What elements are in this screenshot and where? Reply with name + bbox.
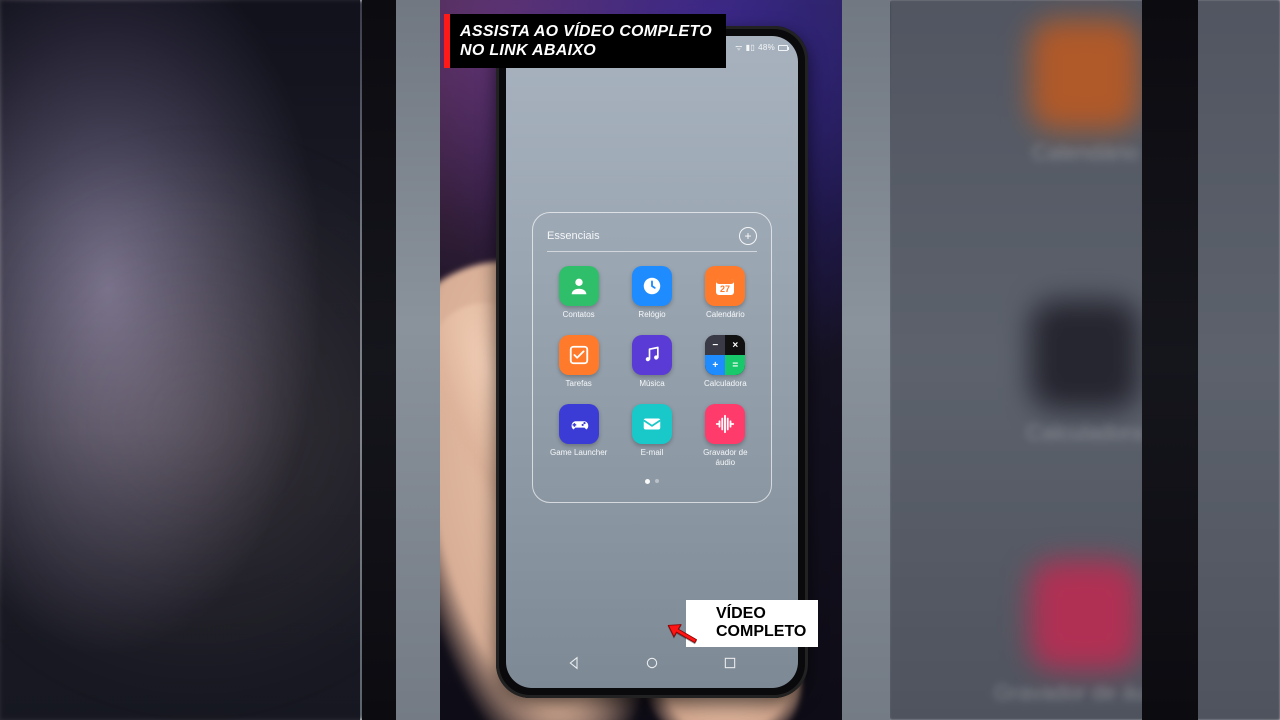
mail-icon bbox=[632, 404, 672, 444]
bg-right-label-0: Calendário bbox=[1032, 140, 1138, 166]
app-relógio[interactable]: Relógio bbox=[620, 266, 683, 319]
top-cta-line2: NO LINK ABAIXO bbox=[460, 41, 712, 60]
music-icon bbox=[632, 335, 672, 375]
app-label: Relógio bbox=[638, 310, 665, 319]
android-navbar bbox=[506, 646, 798, 680]
app-label: Calendário bbox=[706, 310, 745, 319]
add-app-button[interactable]: + bbox=[739, 227, 757, 245]
status-bar: ᯤ ▮▯ 48% bbox=[735, 42, 788, 53]
bg-right-label-1: Calculadora bbox=[1026, 420, 1143, 446]
square-recent-icon bbox=[722, 655, 738, 671]
wifi-icon: ᯤ bbox=[735, 42, 743, 53]
wave-icon bbox=[705, 404, 745, 444]
app-label: Música bbox=[639, 379, 664, 388]
app-label: Tarefas bbox=[566, 379, 592, 388]
app-música[interactable]: Música bbox=[620, 335, 683, 388]
plus-icon: + bbox=[744, 230, 751, 242]
background-bezel-left bbox=[362, 0, 396, 720]
app-tarefas[interactable]: Tarefas bbox=[547, 335, 610, 388]
background-gutter-right bbox=[842, 0, 890, 720]
app-label: E-mail bbox=[641, 448, 664, 457]
phone-screen: ᯤ ▮▯ 48% Essenciais + ContatosRelógio27C… bbox=[506, 36, 798, 688]
circle-home-icon bbox=[644, 655, 660, 671]
battery-text: 48% bbox=[758, 43, 775, 52]
calendar-icon: 27 bbox=[705, 266, 745, 306]
top-cta-banner: ASSISTA AO VÍDEO COMPLETO NO LINK ABAIXO bbox=[444, 14, 726, 68]
phone-body: ᯤ ▮▯ 48% Essenciais + ContatosRelógio27C… bbox=[496, 26, 808, 698]
bottom-cta-line1: VÍDEO bbox=[716, 605, 806, 623]
bottom-cta-line2: COMPLETO bbox=[716, 623, 806, 641]
app-label: Gravador de áudio bbox=[695, 448, 755, 466]
background-bezel-right bbox=[1142, 0, 1198, 720]
page-dot bbox=[655, 479, 659, 483]
app-game-launcher[interactable]: Game Launcher bbox=[547, 404, 610, 466]
background-right-zoom: CalendárioCalculadoraGravador de áudio bbox=[890, 0, 1280, 720]
calc-icon: −×+= bbox=[705, 335, 745, 375]
nav-home-button[interactable] bbox=[643, 654, 661, 672]
triangle-back-icon bbox=[567, 655, 583, 671]
clock-icon bbox=[632, 266, 672, 306]
nav-recent-button[interactable] bbox=[721, 654, 739, 672]
signal-icon: ▮▯ bbox=[746, 43, 755, 52]
gamepad-icon bbox=[559, 404, 599, 444]
app-contatos[interactable]: Contatos bbox=[547, 266, 610, 319]
app-e-mail[interactable]: E-mail bbox=[620, 404, 683, 466]
svg-text:27: 27 bbox=[720, 284, 730, 294]
app-label: Contatos bbox=[563, 310, 595, 319]
top-cta-line1: ASSISTA AO VÍDEO COMPLETO bbox=[460, 22, 712, 41]
check-icon bbox=[559, 335, 599, 375]
app-gravador-de-áudio[interactable]: Gravador de áudio bbox=[694, 404, 757, 466]
red-arrow-icon bbox=[664, 614, 706, 661]
person-icon bbox=[559, 266, 599, 306]
bg-right-icon-1 bbox=[1030, 300, 1140, 410]
folder-header: Essenciais + bbox=[547, 227, 757, 252]
page-dot-active bbox=[645, 479, 650, 484]
folder-grid: Contatos Relógio 27 Calendário Tarefas Música… bbox=[547, 266, 757, 467]
folder-essenciais[interactable]: Essenciais + Contatos Relógio 27 Calendário… bbox=[532, 212, 772, 503]
page-dots bbox=[547, 479, 757, 484]
app-calendário[interactable]: 27 Calendário bbox=[694, 266, 757, 319]
app-label: Calculadora bbox=[704, 379, 747, 388]
battery-icon bbox=[778, 45, 788, 51]
app-label: Game Launcher bbox=[550, 448, 607, 457]
folder-title: Essenciais bbox=[547, 230, 600, 242]
app-calculadora[interactable]: −×+= Calculadora bbox=[694, 335, 757, 388]
bg-right-icon-2 bbox=[1030, 560, 1140, 670]
bg-right-icon-0 bbox=[1030, 20, 1140, 130]
nav-back-button[interactable] bbox=[566, 654, 584, 672]
background-gutter-left bbox=[396, 0, 440, 720]
